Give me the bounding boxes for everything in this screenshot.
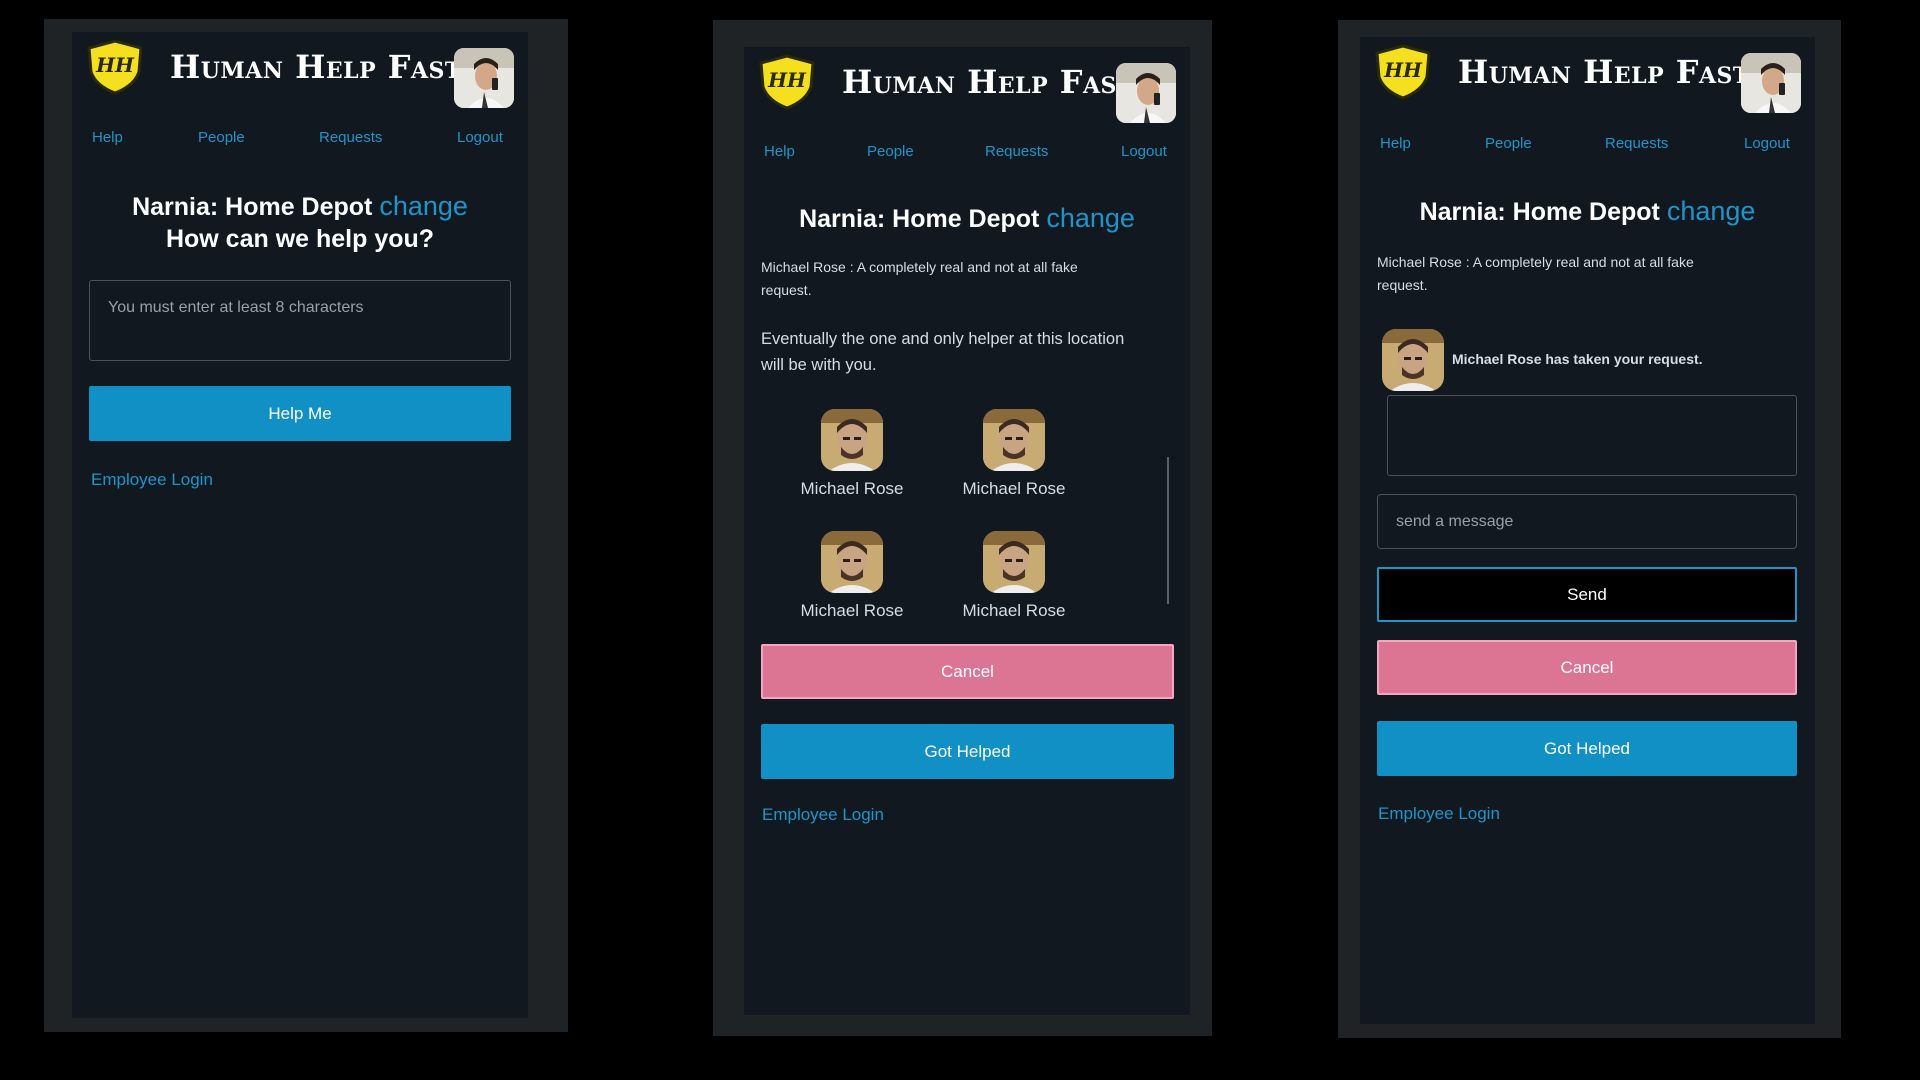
- page-title: Narnia: Home Depot change: [744, 202, 1190, 235]
- helper-name: Michael Rose: [962, 601, 1066, 620]
- page-title: Narnia: Home Depot change: [1360, 195, 1815, 228]
- change-location-link[interactable]: change: [1667, 196, 1756, 226]
- brand-title: Human Help Fast: [1458, 53, 1750, 91]
- request-summary: Michael Rose : A completely real and not…: [1377, 251, 1797, 297]
- cancel-button[interactable]: Cancel: [1377, 640, 1797, 695]
- nav-people[interactable]: People: [867, 143, 914, 160]
- brand-title: Human Help Fast: [170, 48, 462, 86]
- helper-name: Michael Rose: [800, 601, 904, 620]
- chat-log[interactable]: [1387, 395, 1797, 476]
- request-summary: Michael Rose : A completely real and not…: [761, 256, 1181, 302]
- nav-requests[interactable]: Requests: [1605, 135, 1668, 152]
- request-placeholder: You must enter at least 8 characters: [108, 299, 364, 316]
- nav-requests[interactable]: Requests: [319, 129, 382, 146]
- helper-avatar: [821, 531, 883, 593]
- employee-login-link[interactable]: Employee Login: [762, 805, 884, 825]
- helper-name: Michael Rose: [962, 479, 1066, 498]
- nav-help[interactable]: Help: [764, 143, 795, 160]
- request-summary-line2: request.: [1377, 277, 1428, 293]
- app-header: Human Help Fast: [72, 32, 528, 117]
- helper-avatar: [983, 531, 1045, 593]
- avatar[interactable]: [1116, 63, 1176, 123]
- message-input[interactable]: send a message: [1377, 494, 1797, 549]
- wait-message-line1: Eventually the one and only helper at th…: [761, 330, 1125, 348]
- location-name: Narnia: Home Depot: [132, 193, 373, 221]
- helper-avatar: [1382, 329, 1444, 391]
- nav-help[interactable]: Help: [92, 129, 123, 146]
- employee-login-link[interactable]: Employee Login: [1378, 804, 1500, 824]
- send-button[interactable]: Send: [1377, 567, 1797, 622]
- employee-login-link[interactable]: Employee Login: [91, 470, 213, 490]
- brand-title: Human Help Fast: [842, 63, 1134, 101]
- nav-logout[interactable]: Logout: [1121, 143, 1167, 160]
- app-header: Human Help Fast: [744, 47, 1190, 132]
- helper-card[interactable]: Michael Rose: [787, 409, 917, 499]
- helper-avatar: [983, 409, 1045, 471]
- location-name: Narnia: Home Depot: [799, 205, 1040, 233]
- request-summary-line2: request.: [761, 282, 812, 298]
- request-summary-line1: Michael Rose : A completely real and not…: [1377, 254, 1694, 270]
- nav-bar: Help People Requests Logout: [1360, 135, 1815, 159]
- got-helped-button[interactable]: Got Helped: [1377, 721, 1797, 776]
- helpers-scrollbar[interactable]: [1167, 457, 1169, 604]
- taken-status-message: Michael Rose has taken your request.: [1452, 351, 1703, 367]
- nav-people[interactable]: People: [198, 129, 245, 146]
- logo-shield-icon[interactable]: [1372, 43, 1434, 101]
- avatar[interactable]: [1741, 53, 1801, 113]
- logo-shield-icon[interactable]: [84, 38, 146, 96]
- wait-message: Eventually the one and only helper at th…: [761, 326, 1181, 378]
- phone-screen-3: Human Help Fast Help People Requests Log…: [1360, 37, 1815, 1024]
- request-textarea[interactable]: You must enter at least 8 characters: [89, 280, 511, 361]
- location-name: Narnia: Home Depot: [1419, 198, 1660, 226]
- help-me-button[interactable]: Help Me: [89, 386, 511, 441]
- nav-requests[interactable]: Requests: [985, 143, 1048, 160]
- helper-card[interactable]: Michael Rose: [949, 409, 1079, 499]
- helper-card[interactable]: Michael Rose: [787, 531, 917, 621]
- nav-bar: Help People Requests Logout: [72, 129, 528, 153]
- nav-bar: Help People Requests Logout: [744, 143, 1190, 167]
- help-prompt: How can we help you?: [165, 225, 435, 253]
- phone-screen-2: Human Help Fast Help People Requests Log…: [744, 47, 1190, 1015]
- request-summary-line1: Michael Rose : A completely real and not…: [761, 259, 1078, 275]
- helper-name: Michael Rose: [800, 479, 904, 498]
- app-header: Human Help Fast: [1360, 37, 1815, 122]
- nav-logout[interactable]: Logout: [1744, 135, 1790, 152]
- change-location-link[interactable]: change: [379, 191, 468, 221]
- got-helped-button[interactable]: Got Helped: [761, 724, 1174, 779]
- nav-people[interactable]: People: [1485, 135, 1532, 152]
- helpers-list[interactable]: Michael Rose Michael Rose Michael Rose M…: [744, 409, 1190, 634]
- cancel-button[interactable]: Cancel: [761, 644, 1174, 699]
- avatar[interactable]: [454, 48, 514, 108]
- page-title: Narnia: Home Depot change How can we hel…: [72, 190, 528, 255]
- phone-screen-1: Human Help Fast Help People Requests Log…: [72, 32, 528, 1018]
- message-placeholder: send a message: [1396, 513, 1514, 530]
- wait-message-line2: will be with you.: [761, 356, 877, 374]
- helper-card[interactable]: Michael Rose: [949, 531, 1079, 621]
- nav-logout[interactable]: Logout: [457, 129, 503, 146]
- nav-help[interactable]: Help: [1380, 135, 1411, 152]
- helper-avatar: [821, 409, 883, 471]
- logo-shield-icon[interactable]: [756, 53, 818, 111]
- change-location-link[interactable]: change: [1046, 203, 1135, 233]
